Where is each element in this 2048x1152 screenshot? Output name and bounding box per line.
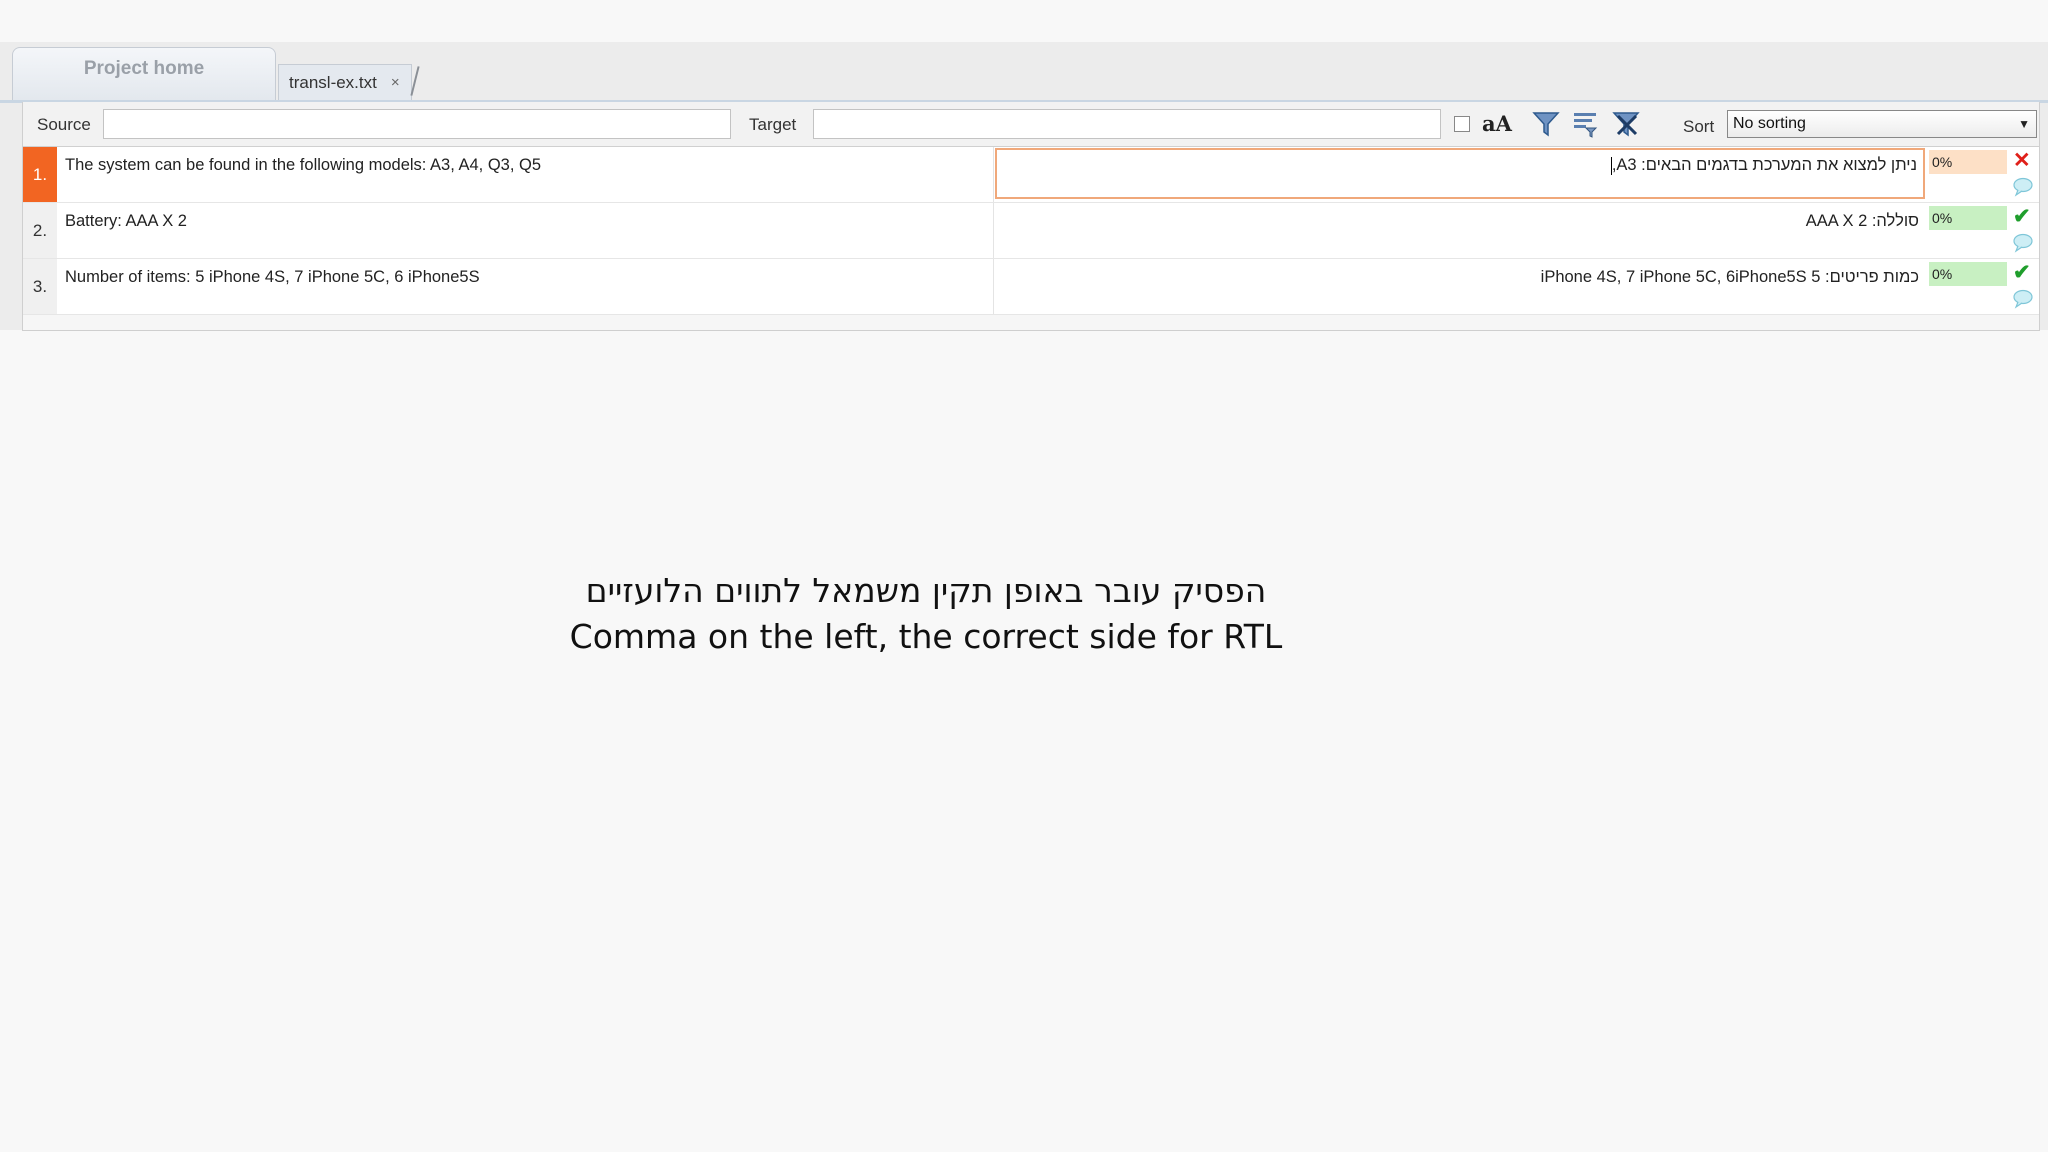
- segment-number: 2.: [23, 203, 57, 258]
- segment-row[interactable]: 1. The system can be found in the follow…: [23, 147, 2039, 203]
- tab-project-home[interactable]: Project home: [12, 47, 276, 100]
- match-percent: 0%: [1929, 206, 2007, 230]
- clear-filter-icon[interactable]: [1612, 110, 1640, 138]
- translation-app: Project home transl-ex.txt × Source Targ…: [0, 42, 2048, 331]
- tab-file[interactable]: transl-ex.txt ×: [278, 64, 412, 100]
- match-case-checkbox[interactable]: [1454, 116, 1470, 132]
- match-case-icon[interactable]: aA: [1482, 111, 1512, 136]
- segment-source: The system can be found in the following…: [65, 156, 542, 174]
- filter-bar: Source Target aA Sort No sorting ▼: [23, 102, 2039, 147]
- segment-target-text: ניתן למצוא את המערכת בדגמים הבאים: A3,: [1611, 156, 1917, 174]
- segment-source: Number of items: 5 iPhone 4S, 7 iPhone 5…: [65, 268, 480, 286]
- segment-row[interactable]: 2. Battery: AAA X 2 סוללה: AAA X 2 0% ✔: [23, 203, 2039, 259]
- chevron-down-icon: ▼: [2018, 117, 2030, 131]
- match-percent: 0%: [1929, 262, 2007, 286]
- comment-icon[interactable]: [2012, 289, 2034, 309]
- caption: הפסיק עובר באופן תקין משמאל לתווים הלועז…: [0, 568, 1852, 660]
- tab-bar: Project home transl-ex.txt ×: [0, 42, 2048, 103]
- editor-panel: Source Target aA Sort No sorting ▼ 1. Th…: [22, 102, 2040, 331]
- comment-icon[interactable]: [2012, 233, 2034, 253]
- segment-target-text: כמות פריטים: 5 iPhone 4S, 7 iPhone 5C, 6…: [1540, 268, 1919, 286]
- target-filter-label: Target: [749, 115, 797, 134]
- comment-icon[interactable]: [2012, 177, 2034, 197]
- segment-target-editor[interactable]: ניתן למצוא את המערכת בדגמים הבאים: A3,: [995, 148, 1925, 199]
- target-filter-input[interactable]: [813, 109, 1441, 139]
- segment-target-editor[interactable]: סוללה: AAA X 2: [995, 204, 1925, 255]
- column-divider: [993, 259, 994, 314]
- sort-select[interactable]: No sorting ▼: [1727, 110, 2037, 138]
- segment-number: 1.: [23, 147, 57, 202]
- segment-source: Battery: AAA X 2: [65, 212, 187, 230]
- confirmed-check-icon[interactable]: ✔: [2013, 260, 2031, 285]
- confirmed-check-icon[interactable]: ✔: [2013, 204, 2031, 229]
- source-filter-input[interactable]: [103, 109, 731, 139]
- match-percent: 0%: [1929, 150, 2007, 174]
- segment-target-editor[interactable]: כמות פריטים: 5 iPhone 4S, 7 iPhone 5C, 6…: [995, 260, 1925, 311]
- error-status-icon[interactable]: ✕: [2013, 148, 2031, 173]
- tab-file-label: transl-ex.txt: [289, 72, 377, 92]
- column-divider: [993, 147, 994, 202]
- tab-project-home-label: Project home: [83, 58, 205, 79]
- segment-target-text: סוללה: AAA X 2: [1805, 212, 1919, 230]
- column-divider: [993, 203, 994, 258]
- source-filter-label: Source: [37, 115, 91, 134]
- sort-select-value: No sorting: [1733, 115, 1806, 132]
- close-icon[interactable]: ×: [391, 74, 400, 91]
- segment-number: 3.: [23, 259, 57, 314]
- caption-hebrew: הפסיק עובר באופן תקין משמאל לתווים הלועז…: [585, 571, 1267, 610]
- advanced-filter-icon[interactable]: [1572, 110, 1600, 138]
- sort-label: Sort: [1683, 117, 1715, 136]
- segment-row[interactable]: 3. Number of items: 5 iPhone 4S, 7 iPhon…: [23, 259, 2039, 315]
- caption-english: Comma on the left, the correct side for …: [569, 617, 1283, 656]
- filter-icon[interactable]: [1532, 110, 1560, 138]
